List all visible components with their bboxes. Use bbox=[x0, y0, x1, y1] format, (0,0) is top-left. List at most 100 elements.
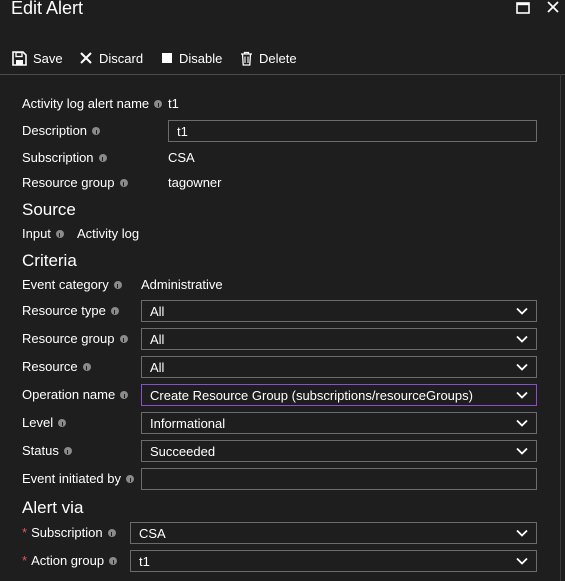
maximize-button[interactable] bbox=[516, 1, 536, 21]
alert-name-label-text: Activity log alert name bbox=[22, 96, 150, 111]
alert-name-label: Activity log alert name bbox=[22, 96, 163, 111]
criteria-heading: Criteria bbox=[22, 251, 77, 270]
stop-icon bbox=[162, 53, 172, 63]
level-label: Level bbox=[22, 415, 67, 430]
chevron-down-icon bbox=[516, 363, 528, 371]
resource-type-label: Resource type bbox=[22, 303, 119, 318]
description-label: Description bbox=[22, 123, 101, 138]
event-category-label-text: Event category bbox=[22, 277, 109, 292]
action-group-label-text: Action group bbox=[31, 553, 105, 568]
level-selected: Informational bbox=[150, 415, 226, 431]
discard-label: Discard bbox=[99, 50, 144, 66]
event-initiated-input[interactable] bbox=[141, 468, 537, 490]
operation-name-dropdown[interactable]: Create Resource Group (subscriptions/res… bbox=[141, 384, 537, 406]
status-label-text: Status bbox=[22, 443, 59, 458]
window-title: Edit Alert bbox=[11, 0, 84, 18]
info-icon[interactable] bbox=[126, 474, 135, 483]
alert-name-value: t1 bbox=[168, 96, 179, 111]
info-icon[interactable] bbox=[119, 334, 128, 343]
resource-label: Resource bbox=[22, 359, 91, 374]
chevron-down-icon bbox=[516, 419, 528, 427]
delete-button[interactable]: Delete bbox=[240, 48, 297, 68]
operation-name-selected: Create Resource Group (subscriptions/res… bbox=[150, 387, 473, 403]
info-icon[interactable] bbox=[55, 229, 64, 238]
discard-icon bbox=[80, 52, 92, 64]
chevron-down-icon bbox=[516, 335, 528, 343]
status-dropdown[interactable]: Succeeded bbox=[141, 440, 537, 462]
input-label-text: Input bbox=[22, 226, 51, 241]
disable-label: Disable bbox=[179, 50, 223, 66]
info-icon[interactable] bbox=[98, 153, 107, 162]
operation-name-label-text: Operation name bbox=[22, 387, 116, 402]
action-group-selected: t1 bbox=[139, 553, 150, 569]
info-icon[interactable] bbox=[120, 390, 129, 399]
info-icon[interactable] bbox=[154, 99, 163, 108]
source-heading: Source bbox=[22, 200, 76, 219]
subscription-label: Subscription bbox=[22, 150, 107, 165]
level-dropdown[interactable]: Informational bbox=[141, 412, 537, 434]
resource-group-label: Resource group bbox=[22, 175, 128, 190]
maximize-icon bbox=[516, 2, 530, 14]
info-icon[interactable] bbox=[58, 418, 67, 427]
save-button[interactable]: Save bbox=[12, 48, 63, 68]
resource-type-dropdown[interactable]: All bbox=[141, 300, 537, 322]
delete-label: Delete bbox=[259, 50, 297, 66]
description-input[interactable]: t1 bbox=[168, 120, 537, 142]
info-icon[interactable] bbox=[107, 528, 116, 537]
criteria-resource-group-label: Resource group bbox=[22, 331, 128, 346]
info-icon[interactable] bbox=[113, 280, 122, 289]
resource-group-dropdown[interactable]: All bbox=[141, 328, 537, 350]
resource-dropdown[interactable]: All bbox=[141, 356, 537, 378]
alert-subscription-selected: CSA bbox=[139, 525, 166, 541]
command-toolbar: Save Discard Disable Delete bbox=[0, 42, 565, 75]
scrollbar-track[interactable] bbox=[560, 74, 561, 581]
save-icon bbox=[12, 50, 27, 66]
info-icon[interactable] bbox=[92, 126, 101, 135]
event-category-label: Event category bbox=[22, 277, 122, 292]
event-initiated-label-text: Event initiated by bbox=[22, 471, 122, 486]
description-label-text: Description bbox=[22, 123, 88, 138]
info-icon[interactable] bbox=[119, 178, 128, 187]
info-icon[interactable] bbox=[63, 446, 72, 455]
close-button[interactable] bbox=[545, 0, 565, 19]
action-group-dropdown[interactable]: t1 bbox=[130, 550, 537, 572]
required-marker: * bbox=[22, 553, 28, 568]
info-icon[interactable] bbox=[82, 362, 91, 371]
disable-button[interactable]: Disable bbox=[161, 48, 222, 68]
alert-subscription-label: * Subscription bbox=[22, 525, 116, 540]
resource-selected: All bbox=[150, 359, 165, 375]
event-category-value: Administrative bbox=[141, 277, 223, 292]
status-selected: Succeeded bbox=[150, 443, 216, 459]
resource-group-selected: All bbox=[150, 331, 165, 347]
resource-type-selected: All bbox=[150, 303, 165, 319]
resource-type-label-text: Resource type bbox=[22, 303, 106, 318]
info-icon[interactable] bbox=[110, 306, 119, 315]
chevron-down-icon bbox=[516, 391, 528, 399]
operation-name-label: Operation name bbox=[22, 387, 129, 402]
close-icon bbox=[547, 1, 559, 13]
subscription-label-text: Subscription bbox=[22, 150, 94, 165]
event-initiated-label: Event initiated by bbox=[22, 471, 135, 486]
criteria-resource-group-label-text: Resource group bbox=[22, 331, 115, 346]
resource-group-label-text: Resource group bbox=[22, 175, 115, 190]
alert-subscription-label-text: Subscription bbox=[31, 525, 103, 540]
info-icon[interactable] bbox=[109, 556, 118, 565]
input-label: Input bbox=[22, 226, 64, 241]
alert-via-heading: Alert via bbox=[22, 498, 84, 517]
chevron-down-icon bbox=[516, 447, 528, 455]
resource-group-value: tagowner bbox=[168, 175, 222, 190]
level-label-text: Level bbox=[22, 415, 54, 430]
resource-label-text: Resource bbox=[22, 359, 78, 374]
trash-icon bbox=[241, 51, 252, 66]
required-marker: * bbox=[22, 525, 28, 540]
chevron-down-icon bbox=[516, 307, 528, 315]
status-label: Status bbox=[22, 443, 72, 458]
description-input-value: t1 bbox=[177, 123, 188, 139]
chevron-down-icon bbox=[516, 529, 528, 537]
title-bar: Edit Alert bbox=[0, 0, 565, 30]
input-value: Activity log bbox=[77, 226, 140, 241]
action-group-label: * Action group bbox=[22, 553, 118, 568]
alert-subscription-dropdown[interactable]: CSA bbox=[130, 522, 537, 544]
save-label: Save bbox=[33, 50, 63, 66]
discard-button[interactable]: Discard bbox=[79, 48, 143, 68]
